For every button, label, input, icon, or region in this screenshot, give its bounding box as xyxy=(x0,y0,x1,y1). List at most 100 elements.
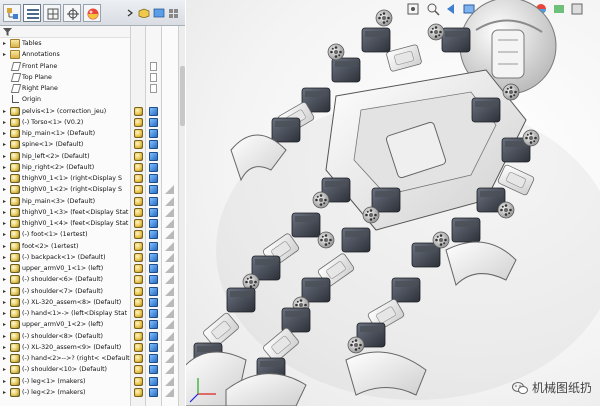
configuration-icon[interactable] xyxy=(134,286,143,296)
expand-arrow-icon[interactable]: ▸ xyxy=(3,128,9,139)
tree-item[interactable]: ▸ thighV0_1<2> (right<Display S xyxy=(0,184,130,195)
tree-item[interactable]: ▸ (-) backpack<1> (Default) xyxy=(0,252,130,263)
display-state-icon[interactable] xyxy=(149,230,158,240)
tree-item[interactable]: Top Plane xyxy=(0,72,130,83)
expand-arrow-icon[interactable]: ▸ xyxy=(3,38,9,49)
display-state-icon[interactable] xyxy=(149,264,158,273)
expand-arrow-icon[interactable]: ▸ xyxy=(3,331,9,342)
expand-arrow-icon[interactable]: ▸ xyxy=(3,218,9,229)
configuration-icon[interactable] xyxy=(134,230,143,240)
configuration-icon[interactable] xyxy=(134,129,143,138)
expand-arrow-icon[interactable]: ▸ xyxy=(3,207,9,218)
display-state-icon[interactable] xyxy=(149,376,158,386)
configuration-icon[interactable] xyxy=(134,106,143,116)
display-state-icon[interactable] xyxy=(149,354,158,363)
tree-item[interactable]: ▸ thighV0_1<3> (feet<Display Stat xyxy=(0,207,130,218)
tree-item[interactable]: ▸ hip_right<2> (Default) xyxy=(0,162,130,173)
tree-item[interactable]: ▸ hip_left<2> (Default) xyxy=(0,151,130,162)
configuration-icon[interactable] xyxy=(134,342,143,352)
tree-scrollbar[interactable] xyxy=(178,26,185,406)
display-state-icon[interactable] xyxy=(149,174,158,183)
display-state-icon[interactable] xyxy=(149,320,158,330)
feature-tree-tab[interactable] xyxy=(3,4,21,22)
configuration-icon[interactable] xyxy=(134,376,143,386)
tree-item[interactable]: ▸ Annotations xyxy=(0,49,130,60)
tree-item[interactable]: ▸ (-) leg<2> (makers) xyxy=(0,387,130,398)
expand-arrow-icon[interactable]: ▸ xyxy=(3,364,9,375)
tree-item[interactable]: ▸ hip_main<1> (Default) xyxy=(0,128,130,139)
display-state-icon[interactable] xyxy=(149,219,158,228)
configuration-icon[interactable] xyxy=(134,354,143,363)
display-state-icon[interactable] xyxy=(149,342,158,352)
configuration-icon[interactable] xyxy=(134,297,143,307)
grid-icon[interactable] xyxy=(168,8,180,18)
expand-arrow-icon[interactable]: ▸ xyxy=(3,196,9,207)
configuration-icon[interactable] xyxy=(134,162,143,172)
expand-arrow-icon[interactable]: ▸ xyxy=(3,252,9,263)
tree-item[interactable]: ▸ (-) hand<1>-> (left<Display Stat xyxy=(0,308,130,319)
expand-arrow-icon[interactable]: ▸ xyxy=(3,151,9,162)
display-state-icon[interactable] xyxy=(149,151,158,161)
expand-arrow-icon[interactable]: ▸ xyxy=(3,241,9,252)
tree-item[interactable]: ▸ (-) hand<2>-->? (right< <Default> xyxy=(0,353,130,364)
tree-item[interactable]: ▸ (-) XL-320_assem<8> (Default) xyxy=(0,297,130,308)
display-state-icon[interactable] xyxy=(149,275,158,285)
expand-arrow-icon[interactable]: ▸ xyxy=(3,286,9,297)
expand-arrow-icon[interactable]: ▸ xyxy=(3,308,9,319)
tree-item[interactable]: ▸ thighV0_1<4> (feet<Display Stat xyxy=(0,218,130,229)
tree-item[interactable]: ▸ upper_armV0_1<2> (left) xyxy=(0,319,130,330)
filter-funnel-icon[interactable] xyxy=(3,28,12,36)
expand-arrow-icon[interactable]: ▸ xyxy=(3,274,9,285)
display-state-icon[interactable] xyxy=(149,196,158,206)
display-state-icon[interactable] xyxy=(149,365,158,375)
tree-item[interactable]: ▸ (-) Torso<1> (V0.2) xyxy=(0,117,130,128)
configuration-icon[interactable] xyxy=(134,140,143,150)
expand-arrow-icon[interactable]: ▸ xyxy=(3,319,9,330)
tree-item[interactable]: ▸ thighV0_1<1> (right<Display S xyxy=(0,173,130,184)
tree-item[interactable]: ▸ pelvis<1> (correction_jeu) xyxy=(0,106,130,117)
display-state-icon[interactable] xyxy=(149,129,158,138)
configuration-icon[interactable] xyxy=(134,331,143,341)
display-state-icon[interactable] xyxy=(149,162,158,172)
configuration-icon[interactable] xyxy=(134,275,143,285)
display-state-icon[interactable] xyxy=(149,185,158,195)
expand-arrow-icon[interactable]: ▸ xyxy=(3,342,9,353)
configuration-icon[interactable] xyxy=(134,219,143,228)
tree-item[interactable]: ▸ (-) shoulder<10> (Default) xyxy=(0,364,130,375)
display-state-icon[interactable] xyxy=(149,241,158,251)
display-state-icon[interactable] xyxy=(149,117,158,127)
dimxpert-tab[interactable] xyxy=(63,4,81,22)
expand-arrow-icon[interactable]: ▸ xyxy=(3,106,9,117)
display-state-icon[interactable] xyxy=(149,309,158,318)
configuration-icon[interactable] xyxy=(134,320,143,330)
configuration-icon[interactable] xyxy=(134,207,143,217)
configuration-icon[interactable] xyxy=(134,196,143,206)
robot-assembly-model[interactable] xyxy=(186,0,600,406)
display-state-icon[interactable] xyxy=(149,331,158,341)
display-state-icon[interactable] xyxy=(153,8,165,18)
property-manager-tab[interactable] xyxy=(23,4,41,22)
configuration-icon[interactable] xyxy=(134,151,143,161)
expand-arrow-icon[interactable]: ▸ xyxy=(3,263,9,274)
display-state-icon[interactable] xyxy=(149,252,158,262)
tree-item[interactable]: ▸ Tables xyxy=(0,38,130,49)
tree-item[interactable]: ▸ foot<2> (1ertest) xyxy=(0,241,130,252)
configuration-icon[interactable] xyxy=(134,264,143,273)
tree-item[interactable]: ▸ (-) leg<1> (makers) xyxy=(0,376,130,387)
expand-arrow-icon[interactable]: ▸ xyxy=(3,353,9,364)
expand-arrow-icon[interactable]: ▸ xyxy=(3,139,9,150)
configuration-manager-tab[interactable] xyxy=(43,4,61,22)
configuration-icon[interactable] xyxy=(134,309,143,318)
tree-item[interactable]: ▸ hip_main<3> (Default) xyxy=(0,196,130,207)
scrollbar-thumb[interactable] xyxy=(180,66,185,126)
tree-item[interactable]: ▸ upper_armV0_1<1> (left) xyxy=(0,263,130,274)
tree-item[interactable]: Origin xyxy=(0,94,130,105)
expand-arrow-icon[interactable]: ▸ xyxy=(3,49,9,60)
tree-item[interactable]: ▸ (-) shoulder<8> (Default) xyxy=(0,331,130,342)
tree-item[interactable]: ▸ (-) shoulder<7> (Default) xyxy=(0,286,130,297)
display-state-icon[interactable] xyxy=(149,106,158,116)
display-state-icon[interactable] xyxy=(149,387,158,397)
tree-item[interactable]: ▸ (-) XL-320_assem<9> (Default) xyxy=(0,342,130,353)
chevron-right-icon[interactable] xyxy=(126,9,134,17)
expand-arrow-icon[interactable]: ▸ xyxy=(3,162,9,173)
